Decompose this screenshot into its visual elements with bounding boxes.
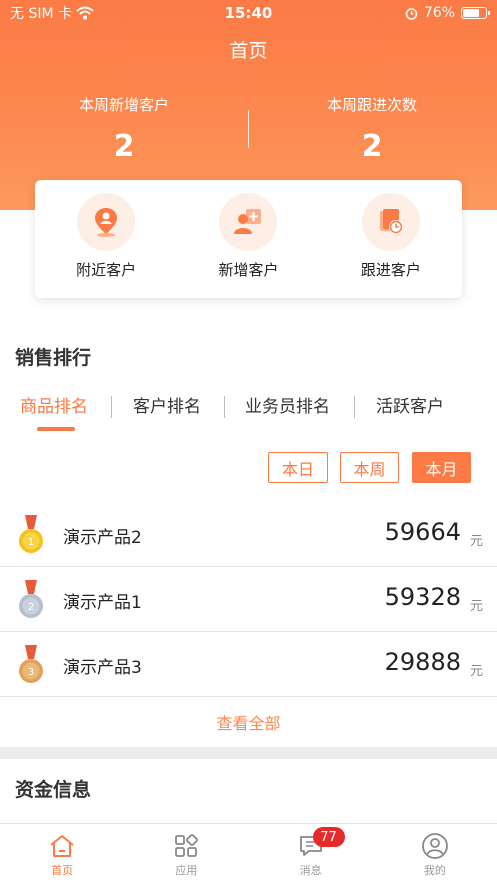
ranking-row[interactable]: 1 演示产品2 59664 元 [0, 502, 497, 567]
currency-unit: 元 [469, 664, 483, 679]
stat-value: 2 [113, 129, 135, 164]
add-person-icon [219, 193, 278, 251]
quick-action-label: 新增客户 [218, 261, 279, 279]
tab-label: 我的 [423, 864, 446, 877]
page-title: 首页 [229, 40, 268, 62]
medal-rank-number: 2 [28, 602, 34, 613]
tab-divider [111, 396, 112, 418]
tab-apps[interactable]: 应用 [124, 824, 248, 883]
quick-action-follow-customers[interactable]: 跟进客户 [320, 180, 462, 298]
stat-new-customers: 本周新增客户 2 [0, 94, 248, 164]
home-icon [48, 832, 76, 860]
stat-label: 本周新增客户 [78, 96, 169, 114]
quick-action-label: 跟进客户 [360, 261, 421, 279]
location-person-icon [77, 193, 136, 251]
range-today-button[interactable]: 本日 [268, 452, 328, 483]
view-all-link[interactable]: 查看全部 [0, 710, 497, 734]
ranking-tabs: 商品排名 客户排名 业务员排名 活跃客户 [0, 392, 497, 428]
gold-medal-icon: 1 [19, 515, 43, 553]
medal-rank-number: 3 [28, 667, 34, 678]
status-time: 15:40 [224, 4, 273, 22]
quick-actions-card: 附近客户 新增客户 跟进客户 [35, 180, 462, 298]
tab-messages[interactable]: 77 消息 [249, 824, 373, 883]
follow-clock-icon [361, 193, 420, 251]
unread-badge: 77 [312, 827, 345, 847]
currency-unit: 元 [469, 599, 483, 614]
ranking-row[interactable]: 2 演示产品1 59328 元 [0, 567, 497, 632]
silver-medal-icon: 2 [19, 580, 43, 618]
funds-title: 资金信息 [15, 779, 92, 801]
sales-amount: 59328 [384, 583, 461, 611]
status-bar: 无 SIM 卡 15:40 76% [0, 0, 497, 26]
active-tab-indicator [37, 427, 75, 431]
tab-salesperson-ranking[interactable]: 业务员排名 [245, 392, 330, 417]
ranking-row[interactable]: 3 演示产品3 29888 元 [0, 632, 497, 697]
medal-rank-number: 1 [28, 537, 34, 548]
tab-profile[interactable]: 我的 [373, 824, 497, 883]
product-name: 演示产品1 [63, 593, 142, 613]
sales-ranking-title: 销售排行 [15, 347, 92, 369]
bronze-medal-icon: 3 [19, 645, 43, 683]
stat-followups: 本周跟进次数 2 [248, 94, 496, 164]
tab-label: 首页 [51, 864, 74, 877]
tab-label: 应用 [175, 864, 198, 877]
tab-product-ranking[interactable]: 商品排名 [20, 392, 88, 417]
bottom-tab-bar: 首页 应用 77 消息 我的 [0, 823, 497, 883]
tab-customer-ranking[interactable]: 客户排名 [133, 392, 201, 417]
currency-unit: 元 [469, 534, 483, 549]
tab-divider [354, 396, 355, 418]
profile-icon [421, 832, 449, 860]
tab-active-customers[interactable]: 活跃客户 [376, 392, 444, 417]
quick-action-label: 附近客户 [76, 261, 137, 279]
tab-label: 消息 [299, 864, 322, 877]
battery-icon [461, 7, 490, 19]
quick-action-nearby-customers[interactable]: 附近客户 [35, 180, 177, 298]
sales-amount: 29888 [384, 648, 461, 676]
range-week-button[interactable]: 本周 [340, 452, 399, 483]
sales-amount: 59664 [384, 518, 461, 546]
tab-divider [224, 396, 225, 418]
product-name: 演示产品3 [63, 658, 142, 678]
stat-value: 2 [361, 129, 383, 164]
range-month-button[interactable]: 本月 [412, 452, 471, 483]
product-name: 演示产品2 [63, 528, 142, 548]
section-divider [0, 747, 497, 759]
tab-home[interactable]: 首页 [0, 824, 124, 883]
stat-label: 本周跟进次数 [326, 96, 417, 114]
quick-action-add-customer[interactable]: 新增客户 [177, 180, 319, 298]
apps-grid-icon [172, 832, 200, 860]
